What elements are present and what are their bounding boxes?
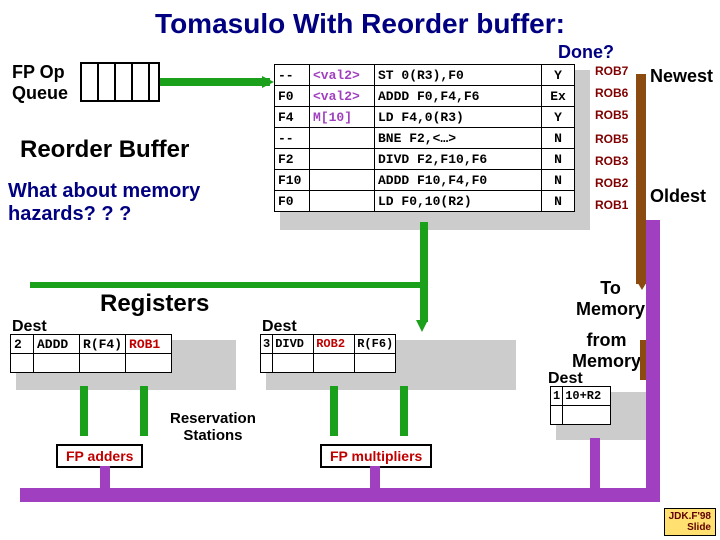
rob-row: F0<val2>ADDD F0,F4,F6Ex (275, 86, 575, 107)
oldest-label: Oldest (650, 186, 706, 207)
rob-row: F0LD F0,10(R2)N (275, 191, 575, 212)
mul-rs-table: 3DIVDROB2R(F6) (260, 334, 396, 373)
adder-rs-table: 2ADDDR(F4)ROB1 (10, 334, 172, 373)
rob-table: --<val2>ST 0(R3),F0Y F0<val2>ADDD F0,F4,… (274, 64, 575, 212)
rob-row: --<val2>ST 0(R3),F0Y (275, 65, 575, 86)
cdb-line-v (646, 220, 660, 502)
rob-tag: ROB3 (595, 154, 628, 168)
fp-op-queue (80, 62, 160, 102)
cdb-stub (100, 466, 110, 492)
rob-tag: ROB5 (595, 108, 628, 122)
res-stations-label: Reservation Stations (170, 410, 256, 444)
bus-line (400, 386, 408, 436)
arrow-queue-rob-head (262, 76, 274, 88)
newest-label: Newest (650, 66, 713, 87)
rob-row: F10ADDD F10,F4,F0N (275, 170, 575, 191)
rob-tag: ROB1 (595, 198, 628, 212)
ld-rs-table: 110+R2 (550, 386, 611, 425)
bus-line (330, 386, 338, 436)
commit-arrow-icon (416, 320, 428, 332)
reorder-buffer-label: Reorder Buffer (20, 136, 189, 164)
to-memory-label: To Memory (576, 278, 645, 320)
registers-label: Registers (100, 290, 209, 318)
to-memory-bus (636, 74, 646, 284)
fp-mult-unit: FP multipliers (320, 444, 432, 468)
rob-tag: ROB5 (595, 132, 628, 146)
cdb-stub (370, 466, 380, 492)
cdb-line (20, 488, 660, 502)
done-header: Done? (558, 42, 614, 63)
rob-tag: ROB6 (595, 86, 628, 100)
fp-queue-label: FP Op Queue (12, 62, 68, 104)
fp-adders-unit: FP adders (56, 444, 143, 468)
arrow-queue-rob (160, 78, 270, 86)
rob-row: F2DIVD F2,F10,F6N (275, 149, 575, 170)
slide-footer: JDK.F'98 Slide (664, 508, 716, 536)
rob-tag: ROB2 (595, 176, 628, 190)
rob-row: F4M[10]LD F4,0(R3)Y (275, 107, 575, 128)
hazard-question: What about memory hazards? ? ? (8, 180, 200, 226)
rob-tag: ROB7 (595, 64, 628, 78)
rob-row: --BNE F2,<…>N (275, 128, 575, 149)
bus-line (140, 386, 148, 436)
commit-bus-h (30, 282, 428, 288)
bus-line (80, 386, 88, 436)
cdb-stub (590, 438, 600, 492)
commit-bus (420, 222, 428, 322)
page-title: Tomasulo With Reorder buffer: (0, 8, 720, 40)
from-memory-label: from Memory (572, 330, 641, 372)
